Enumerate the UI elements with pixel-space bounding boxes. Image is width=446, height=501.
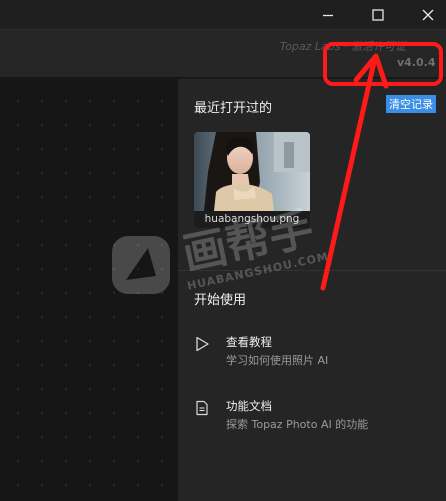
maximize-icon <box>372 8 384 21</box>
minimize-icon <box>323 14 333 16</box>
docs-title: 功能文档 <box>226 399 272 413</box>
version-label: v4.0.4 <box>397 56 436 69</box>
tutorial-title: 查看教程 <box>226 335 272 349</box>
close-icon <box>422 9 434 20</box>
close-button[interactable] <box>410 0 446 29</box>
minimize-button[interactable] <box>310 0 346 29</box>
maximize-button[interactable] <box>360 0 396 29</box>
brand-text[interactable]: Topaz Labs · 激活许可证 <box>280 38 406 54</box>
view-tutorial-link[interactable]: 查看教程 学习如何使用照片 AI <box>194 334 424 374</box>
tutorial-subtitle: 学习如何使用照片 AI <box>226 354 329 367</box>
clear-history-button[interactable]: 清空记录 <box>386 95 436 113</box>
watermark-logo-icon <box>112 236 170 294</box>
docs-subtitle: 探索 Topaz Photo AI 的功能 <box>226 418 369 431</box>
title-bar <box>0 0 446 29</box>
play-icon <box>196 336 209 352</box>
toolbar: Topaz Labs · 激活许可证 <box>0 29 446 78</box>
feature-docs-link[interactable]: 功能文档 探索 Topaz Photo AI 的功能 <box>194 398 424 438</box>
watermark: 画帮手 HUABANGSHOU.COM <box>108 203 358 318</box>
document-icon <box>196 400 208 416</box>
recent-title: 最近打开过的 <box>194 101 273 116</box>
